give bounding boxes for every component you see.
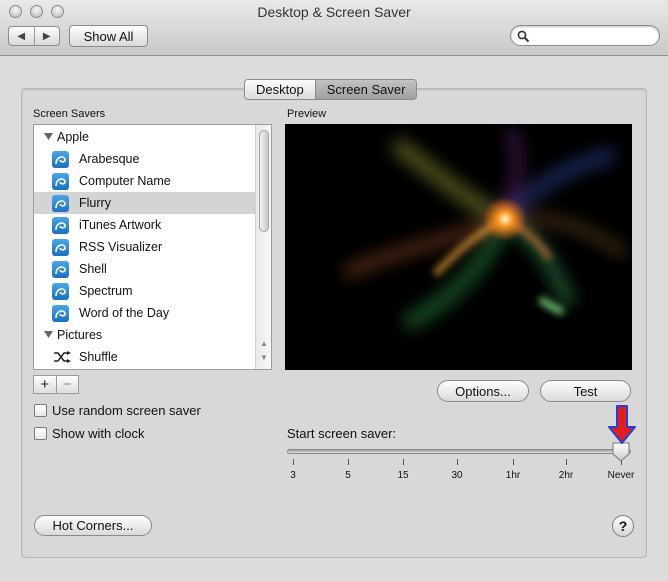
checkbox-box[interactable] (34, 404, 47, 417)
list-item-label: RSS Visualizer (79, 240, 163, 254)
slider-tick (457, 459, 458, 465)
list-item-label: iTunes Artwork (79, 218, 162, 232)
annotation-arrow-icon (608, 405, 636, 444)
list-item-itunes-artwork[interactable]: iTunes Artwork (34, 214, 256, 236)
remove-screen-saver-button[interactable]: − (55, 376, 79, 393)
group-row-apple[interactable]: Apple (34, 126, 256, 148)
list-item-shuffle[interactable]: Shuffle (34, 346, 256, 368)
slider-tick (348, 459, 349, 465)
checkbox-label: Use random screen saver (52, 403, 201, 418)
group-row-pictures[interactable]: Pictures (34, 324, 256, 346)
start-screen-saver-label: Start screen saver: (287, 426, 397, 441)
list-item-label: Arabesque (79, 152, 140, 166)
disclosure-triangle-icon[interactable] (43, 132, 53, 142)
screen-saver-icon (52, 150, 69, 168)
list-scrollbar[interactable]: ▲ ▼ (255, 125, 271, 369)
list-item-computer-name[interactable]: Computer Name (34, 170, 256, 192)
list-item-arabesque[interactable]: Arabesque (34, 148, 256, 170)
back-button[interactable]: ◀ (9, 27, 34, 45)
slider-ticks (287, 459, 631, 467)
shuffle-icon (54, 351, 71, 363)
screen-saver-icon (52, 194, 69, 212)
forward-button[interactable]: ▶ (33, 27, 60, 45)
screen-savers-label: Screen Savers (33, 108, 106, 120)
preview-label: Preview (287, 108, 327, 120)
list-item-label: Shuffle (79, 350, 118, 364)
slider-tick-label: 15 (397, 470, 409, 481)
screen-saver-preview (285, 124, 632, 370)
group-label: Pictures (57, 328, 103, 342)
flurry-preview-image (341, 127, 629, 333)
slider-tick (513, 459, 514, 465)
add-remove-control: + − (33, 375, 79, 394)
help-button[interactable]: ? (612, 515, 634, 537)
checkbox-box[interactable] (34, 427, 47, 440)
list-item-flurry[interactable]: Flurry (34, 192, 256, 214)
screen-saver-icon (52, 238, 69, 256)
list-item-label: Spectrum (79, 284, 133, 298)
list-item-label: Flurry (79, 196, 111, 210)
slider-tick-label: 2hr (558, 470, 574, 481)
slider-knob[interactable] (612, 442, 630, 462)
screen-saver-icon (52, 304, 69, 322)
start-delay-slider[interactable] (287, 449, 631, 454)
slider-tick-label: 5 (345, 470, 351, 481)
list-item-label: Word of the Day (79, 306, 170, 320)
scrollbar-thumb[interactable] (259, 130, 269, 232)
options-button[interactable]: Options... (437, 380, 529, 402)
show-with-clock-checkbox[interactable]: Show with clock (34, 426, 144, 441)
scroll-down-arrow-icon[interactable]: ▼ (259, 353, 269, 363)
slider-tick-label: Never (607, 470, 635, 481)
window-title: Desktop & Screen Saver (257, 4, 411, 20)
list-item-label: Shell (79, 262, 107, 276)
list-item-rss-visualizer[interactable]: RSS Visualizer (34, 236, 256, 258)
tab-bar: Desktop Screen Saver (244, 79, 418, 100)
hot-corners-button[interactable]: Hot Corners... (34, 515, 152, 536)
use-random-checkbox[interactable]: Use random screen saver (34, 403, 201, 418)
disclosure-triangle-icon[interactable] (43, 330, 53, 340)
list-item-spectrum[interactable]: Spectrum (34, 280, 256, 302)
back-forward-control: ◀ ▶ (8, 26, 60, 46)
slider-tick-label: 30 (451, 470, 463, 481)
screen-saver-icon (52, 172, 69, 190)
slider-tick (403, 459, 404, 465)
search-icon (517, 30, 530, 43)
slider-tick-label: 1hr (505, 470, 521, 481)
slider-tick (293, 459, 294, 465)
tab-desktop[interactable]: Desktop (245, 80, 315, 99)
screen-saver-icon (52, 216, 69, 234)
test-button[interactable]: Test (540, 380, 631, 402)
slider-tick (566, 459, 567, 465)
group-label: Apple (57, 130, 89, 144)
scroll-up-arrow-icon[interactable]: ▲ (259, 339, 269, 349)
list-item-word-of-the-day[interactable]: Word of the Day (34, 302, 256, 324)
screen-saver-icon (52, 282, 69, 300)
screen-saver-list[interactable]: Apple Arabesque Computer Name Flurry iTu… (33, 124, 272, 370)
show-all-button[interactable]: Show All (69, 25, 148, 47)
checkbox-label: Show with clock (52, 426, 145, 441)
screen-saver-icon (52, 260, 69, 278)
list-item-shell[interactable]: Shell (34, 258, 256, 280)
add-screen-saver-button[interactable]: + (34, 376, 56, 393)
tab-screen-saver[interactable]: Screen Saver (314, 80, 417, 99)
search-field[interactable] (510, 25, 660, 46)
list-item-label: Computer Name (79, 174, 171, 188)
slider-tick-label: 3 (290, 470, 296, 481)
